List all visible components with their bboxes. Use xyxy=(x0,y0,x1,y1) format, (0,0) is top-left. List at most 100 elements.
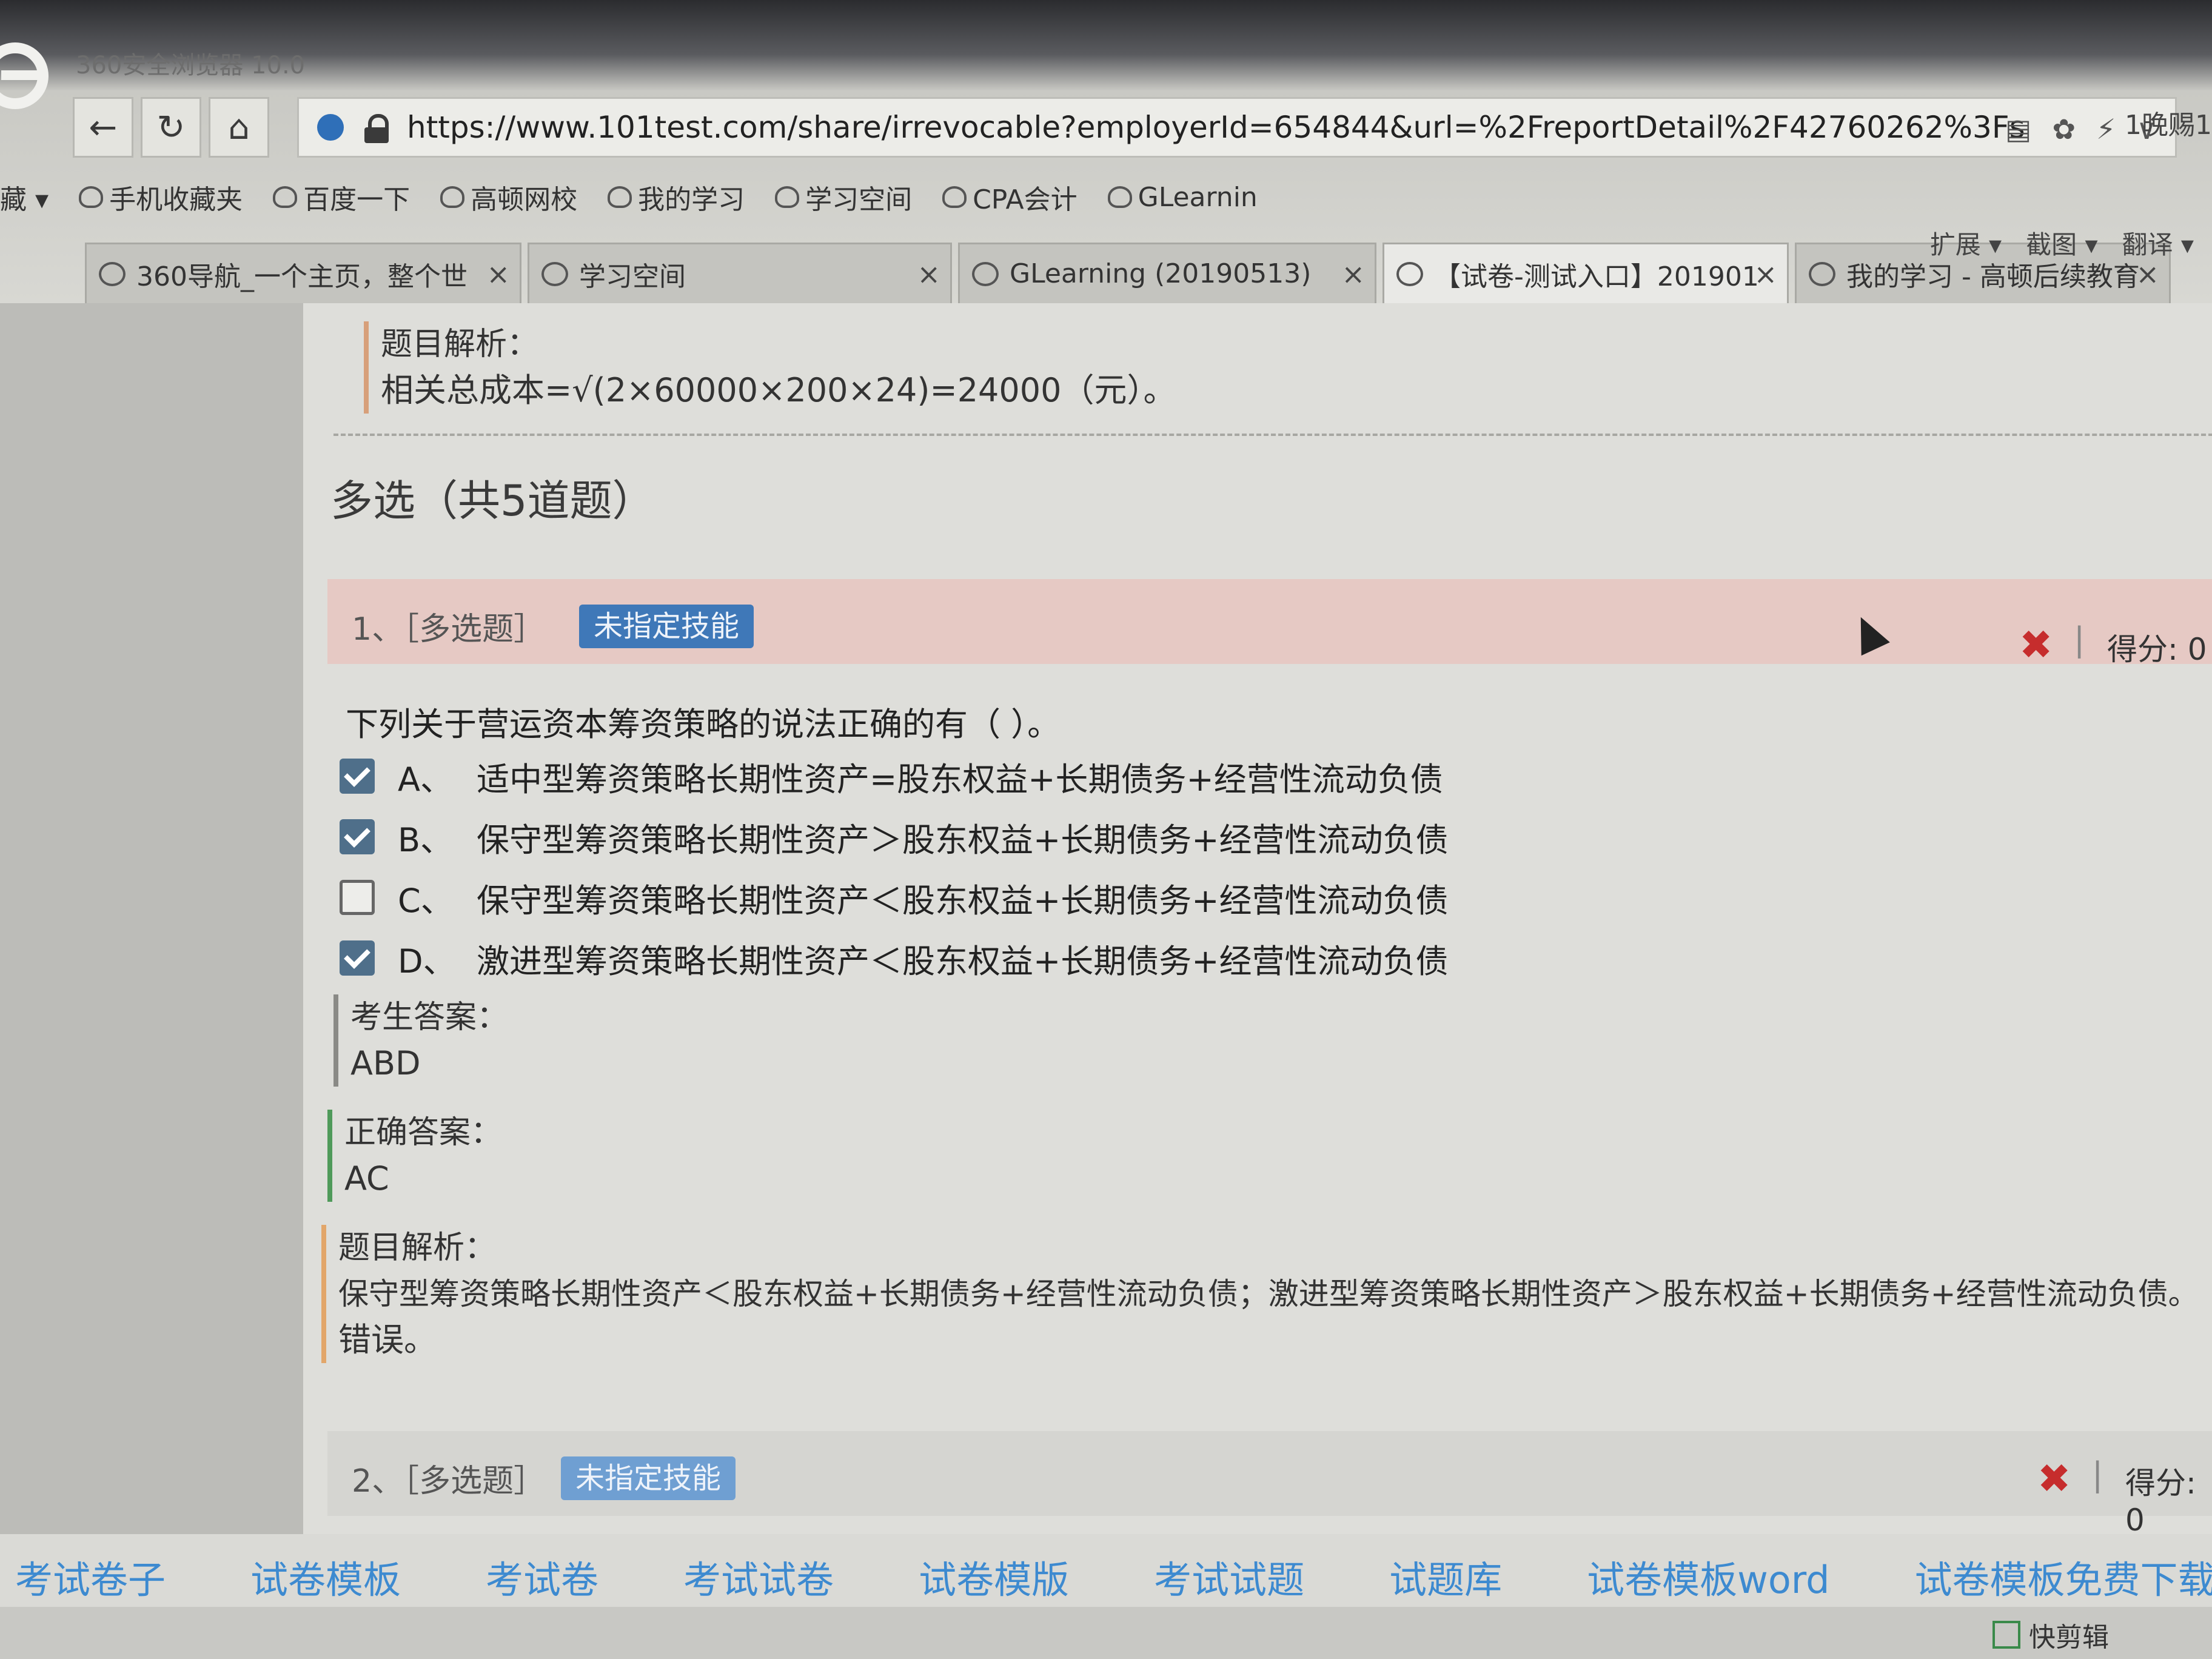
score: 得分: 0 xyxy=(2107,632,2207,667)
prev-analysis: 题目解析： 相关总成本=√(2×60000×200×24)=24000（元）。 xyxy=(364,321,1176,414)
question-number: 1、［多选题］ xyxy=(352,611,546,648)
link-item[interactable]: 考试卷 xyxy=(486,1549,598,1604)
close-icon[interactable]: × xyxy=(2136,258,2159,290)
correct-answer-label: 正确答案： xyxy=(344,1114,503,1151)
page-viewport: 题目解析： 相关总成本=√(2×60000×200×24)=24000（元）。 … xyxy=(0,303,2212,1558)
bookmark-item[interactable]: 高顿网校 xyxy=(440,178,577,216)
bookmark-label: 学习空间 xyxy=(805,184,913,215)
link-item[interactable]: 试卷模板 xyxy=(250,1549,401,1604)
side-label[interactable]: 1晚赐1 xyxy=(2125,103,2212,142)
quick-clip-button[interactable]: 快剪辑 xyxy=(1992,1615,2109,1654)
browser-chrome: 360安全浏览器 10.0 ← ↻ ⌂ https://www.101test.… xyxy=(0,0,2212,303)
extensions-button[interactable]: 扩展 ▾ xyxy=(1930,224,2002,261)
tab-toolbar: 扩展 ▾ 截图 ▾ 翻译 ▾ xyxy=(1930,224,2194,261)
link-item[interactable]: 试卷模板免费下载 xyxy=(1915,1549,2212,1604)
question-analysis: 题目解析： 保守型筹资策略长期性资产＜股东权益+长期债务+经营性流动负债；激进型… xyxy=(321,1225,2199,1363)
page-icon xyxy=(1107,186,1132,208)
checkbox-checked[interactable] xyxy=(340,759,375,794)
bookmark-item[interactable]: GLearnin xyxy=(1107,181,1258,213)
bookmark-item[interactable]: 学习空间 xyxy=(775,178,912,216)
close-icon[interactable]: × xyxy=(486,258,510,290)
tab-exam-entry[interactable]: 【试卷-测试入口】201901 × xyxy=(1382,243,1789,303)
option-d[interactable]: D、 激进型筹资策略长期性资产＜股东权益+长期债务+经营性流动负债 xyxy=(340,934,1449,982)
checkbox-unchecked[interactable] xyxy=(340,880,375,915)
option-c[interactable]: C、 保守型筹资策略长期性资产＜股东权益+长期债务+经营性流动负债 xyxy=(340,873,1449,922)
link-item[interactable]: 考试试题 xyxy=(1154,1549,1304,1604)
question-text: 下列关于营运资本筹资策略的说法正确的有（ ）。 xyxy=(346,705,1061,743)
close-icon[interactable]: × xyxy=(917,258,940,290)
wrong-icon: ✖ xyxy=(2037,1455,2071,1502)
browser-logo-icon xyxy=(0,42,49,109)
analysis-bar xyxy=(321,1225,326,1363)
home-button[interactable]: ⌂ xyxy=(209,97,269,158)
bookmark-label: GLearnin xyxy=(1138,181,1258,213)
tab-study-space[interactable]: 学习空间 × xyxy=(528,243,952,303)
link-item[interactable]: 考试试卷 xyxy=(683,1549,834,1604)
close-icon[interactable]: × xyxy=(1341,258,1365,290)
left-gutter xyxy=(0,303,303,1558)
analysis-label: 题目解析： xyxy=(381,326,539,363)
option-a[interactable]: A、 适中型筹资策略长期性资产=股东权益+长期债务+经营性流动负债 xyxy=(340,752,1443,800)
option-letter: C、 xyxy=(398,881,454,920)
bookmark-label: 手机收藏夹 xyxy=(109,184,243,215)
tab-glearning[interactable]: GLearning (20190513) × xyxy=(958,243,1376,303)
analysis-label: 题目解析： xyxy=(338,1230,497,1266)
refresh-button[interactable]: ↻ xyxy=(141,97,201,158)
checkbox-checked[interactable] xyxy=(340,819,375,854)
phone-icon xyxy=(79,186,104,208)
navigation-row: ← ↻ ⌂ https://www.101test.com/share/irre… xyxy=(73,91,2212,158)
checkbox-checked[interactable] xyxy=(340,940,375,976)
tab-label: 【试卷-测试入口】201901 xyxy=(1434,261,1759,292)
link-item[interactable]: 考试卷子 xyxy=(15,1549,166,1604)
bookmark-item[interactable]: 手机收藏夹 xyxy=(79,178,243,216)
compat-mode-icon[interactable]: ✿ xyxy=(2052,113,2076,146)
screenshot-button[interactable]: 截图 ▾ xyxy=(2026,224,2097,261)
option-text: 激进型筹资策略长期性资产＜股东权益+长期债务+经营性流动负债 xyxy=(477,942,1449,980)
quick-clip-label: 快剪辑 xyxy=(2029,1622,2109,1653)
tab-label: GLearning (20190513) xyxy=(1010,258,1312,289)
link-item[interactable]: 试卷模板word xyxy=(1587,1549,1829,1604)
close-icon[interactable]: × xyxy=(1754,258,1777,290)
reader-mode-icon[interactable]: ▤ xyxy=(2005,113,2031,146)
answer-bar xyxy=(333,994,338,1087)
option-b[interactable]: B、 保守型筹资策略长期性资产＞股东权益+长期债务+经营性流动负债 xyxy=(340,813,1449,861)
analysis-text-cont: 错误。 xyxy=(338,1321,437,1359)
back-button[interactable]: ← xyxy=(73,97,133,158)
question-header: 2、［多选题］ 未指定技能 ✖ | 得分: 0 xyxy=(327,1431,2212,1538)
page-icon xyxy=(440,186,465,208)
tab-label: 360导航_一个主页，整个世 xyxy=(136,261,468,292)
page-icon xyxy=(972,261,999,286)
lock-icon[interactable] xyxy=(364,114,389,143)
question-header: 1、［多选题］ 未指定技能 ✖ | 得分: 0 xyxy=(327,579,2212,668)
link-item[interactable]: 试卷模版 xyxy=(919,1549,1069,1604)
page-icon xyxy=(99,261,126,286)
student-answer: 考生答案： ABD xyxy=(333,994,508,1087)
page-icon xyxy=(942,186,967,208)
bookmark-item[interactable]: CPA会计 xyxy=(942,178,1078,216)
option-text: 保守型筹资策略长期性资产＞股东权益+长期债务+经营性流动负债 xyxy=(477,820,1449,859)
answer-bar xyxy=(327,1110,332,1202)
bookmark-item[interactable]: 我的学习 xyxy=(608,178,745,216)
divider xyxy=(333,434,2212,436)
bookmark-label: CPA会计 xyxy=(973,184,1078,215)
address-bar[interactable]: https://www.101test.com/share/irrevocabl… xyxy=(297,97,2177,158)
url-text[interactable]: https://www.101test.com/share/irrevocabl… xyxy=(407,110,2025,145)
bookmark-item[interactable]: 百度一下 xyxy=(273,178,410,216)
analysis-bar xyxy=(364,321,369,414)
correct-answer: 正确答案： AC xyxy=(327,1110,502,1202)
speed-mode-icon[interactable]: ⚡ xyxy=(2096,113,2116,146)
option-letter: A、 xyxy=(398,760,453,799)
app-title: 360安全浏览器 10.0 xyxy=(76,52,306,79)
option-letter: D、 xyxy=(398,942,456,980)
tab-360-nav[interactable]: 360导航_一个主页，整个世 × xyxy=(85,243,521,303)
analysis-text: 保守型筹资策略长期性资产＜股东权益+长期债务+经营性流动负债；激进型筹资策略长期… xyxy=(338,1276,2199,1312)
student-answer-label: 考生答案： xyxy=(350,999,509,1036)
bookmarks-menu[interactable]: 藏 ▾ xyxy=(0,178,49,216)
option-letter: B、 xyxy=(398,820,454,859)
site-info-icon[interactable] xyxy=(317,114,344,141)
page-icon xyxy=(1809,261,1835,286)
bookmarks-bar: 藏 ▾ 手机收藏夹 百度一下 高顿网校 我的学习 学习空间 CPA会计 GLea… xyxy=(0,173,2212,221)
translate-button[interactable]: 翻译 ▾ xyxy=(2122,224,2194,261)
exam-report-content: 题目解析： 相关总成本=√(2×60000×200×24)=24000（元）。 … xyxy=(303,303,2212,1558)
link-item[interactable]: 试题库 xyxy=(1389,1549,1502,1604)
